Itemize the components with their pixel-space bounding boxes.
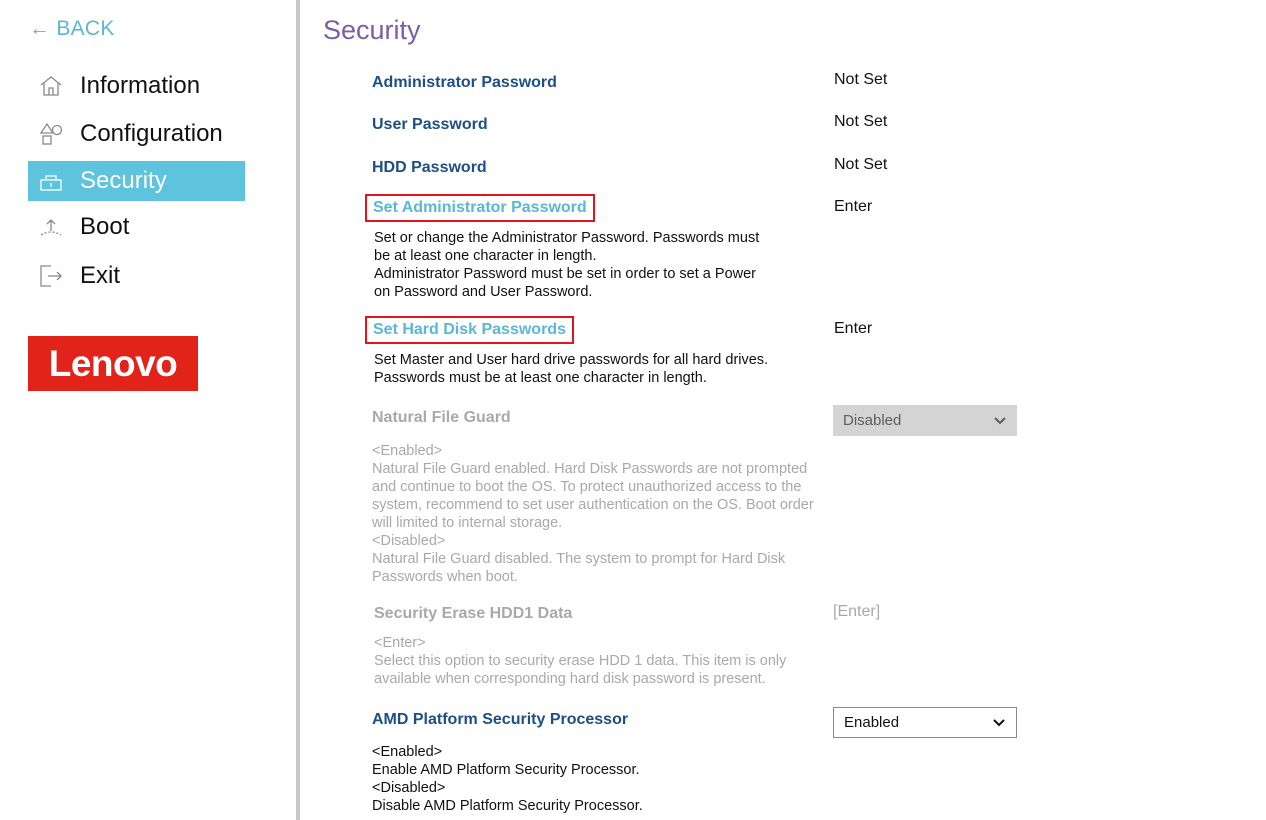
sidebar-item-label: Configuration <box>80 120 223 147</box>
natural-file-guard-description: <Enabled> Natural File Guard enabled. Ha… <box>372 442 814 586</box>
description-line: Enable AMD Platform Security Processor. <box>372 762 640 778</box>
user-password-label: User Password <box>372 116 488 133</box>
arrow-left-icon: ← <box>29 17 51 40</box>
sidebar-item-information[interactable]: Information <box>28 66 245 106</box>
security-erase-label: Security Erase HDD1 Data <box>374 605 573 622</box>
sidebar-item-label: Exit <box>80 262 121 289</box>
boot-icon <box>38 214 64 240</box>
set-hard-disk-passwords-value: Enter <box>834 320 873 337</box>
set-hard-disk-passwords-button[interactable]: Set Hard Disk Passwords <box>365 316 574 344</box>
natural-file-guard-label: Natural File Guard <box>372 409 511 426</box>
description-line: Set Master and User hard drive passwords… <box>374 352 769 368</box>
description-line: Administrator Password must be set in or… <box>374 266 756 282</box>
description-line: and continue to boot the OS. To protect … <box>372 479 802 495</box>
description-line: available when corresponding hard disk p… <box>374 671 766 687</box>
admin-password-label: Administrator Password <box>372 74 557 91</box>
set-admin-password-button[interactable]: Set Administrator Password <box>365 194 595 222</box>
back-button[interactable]: ← BACK <box>29 17 115 41</box>
description-line: system, recommend to set user authentica… <box>372 497 814 513</box>
description-line: Passwords must be at least one character… <box>374 370 707 386</box>
hdd-password-value: Not Set <box>834 156 888 173</box>
amd-psp-description: <Enabled> Enable AMD Platform Security P… <box>372 743 643 815</box>
description-line: <Disabled> <box>372 533 446 549</box>
natural-file-guard-selected: Disabled <box>843 412 902 429</box>
description-line: Disable AMD Platform Security Processor. <box>372 798 643 814</box>
description-line: <Enabled> <box>372 744 443 760</box>
sidebar-item-configuration[interactable]: Configuration <box>28 114 245 154</box>
description-line: Passwords when boot. <box>372 569 518 585</box>
sidebar-item-label: Security <box>80 167 167 194</box>
description-line: <Enabled> <box>372 443 443 459</box>
exit-icon <box>38 263 64 289</box>
shapes-icon <box>38 121 64 147</box>
page-title: Security <box>323 15 421 45</box>
back-label: BACK <box>56 17 115 40</box>
description-line: be at least one character in length. <box>374 248 597 264</box>
natural-file-guard-select[interactable]: Disabled <box>833 405 1017 436</box>
set-admin-password-value: Enter <box>834 198 873 215</box>
set-admin-password-description: Set or change the Administrator Password… <box>374 229 759 301</box>
sidebar-item-label: Boot <box>80 213 130 240</box>
description-line: Set or change the Administrator Password… <box>374 230 760 246</box>
lenovo-logo: Lenovo <box>28 336 198 391</box>
security-erase-description: <Enter> Select this option to security e… <box>374 634 786 688</box>
description-line: Natural File Guard disabled. The system … <box>372 551 786 567</box>
admin-password-value: Not Set <box>834 71 888 88</box>
hdd-password-label: HDD Password <box>372 159 487 176</box>
sidebar-divider <box>296 0 300 820</box>
chevron-down-icon <box>992 718 1006 728</box>
amd-psp-select[interactable]: Enabled <box>833 707 1017 738</box>
description-line: Select this option to security erase HDD… <box>374 653 787 669</box>
sidebar-item-exit[interactable]: Exit <box>28 256 245 296</box>
amd-psp-label: AMD Platform Security Processor <box>372 711 629 728</box>
description-line: will limited to internal storage. <box>372 515 563 531</box>
description-line: Natural File Guard enabled. Hard Disk Pa… <box>372 461 808 477</box>
description-line: on Password and User Password. <box>374 284 593 300</box>
amd-psp-selected: Enabled <box>844 714 900 731</box>
security-erase-value: [Enter] <box>833 603 881 620</box>
sidebar-item-security[interactable]: Security <box>28 161 245 201</box>
sidebar-item-boot[interactable]: Boot <box>28 207 245 247</box>
lock-icon <box>38 168 64 194</box>
chevron-down-icon <box>993 416 1007 426</box>
description-line: <Enter> <box>374 635 426 651</box>
description-line: <Disabled> <box>372 780 446 796</box>
home-icon <box>38 73 64 99</box>
user-password-value: Not Set <box>834 113 888 130</box>
sidebar-item-label: Information <box>80 72 201 99</box>
set-hard-disk-passwords-description: Set Master and User hard drive passwords… <box>374 351 768 387</box>
